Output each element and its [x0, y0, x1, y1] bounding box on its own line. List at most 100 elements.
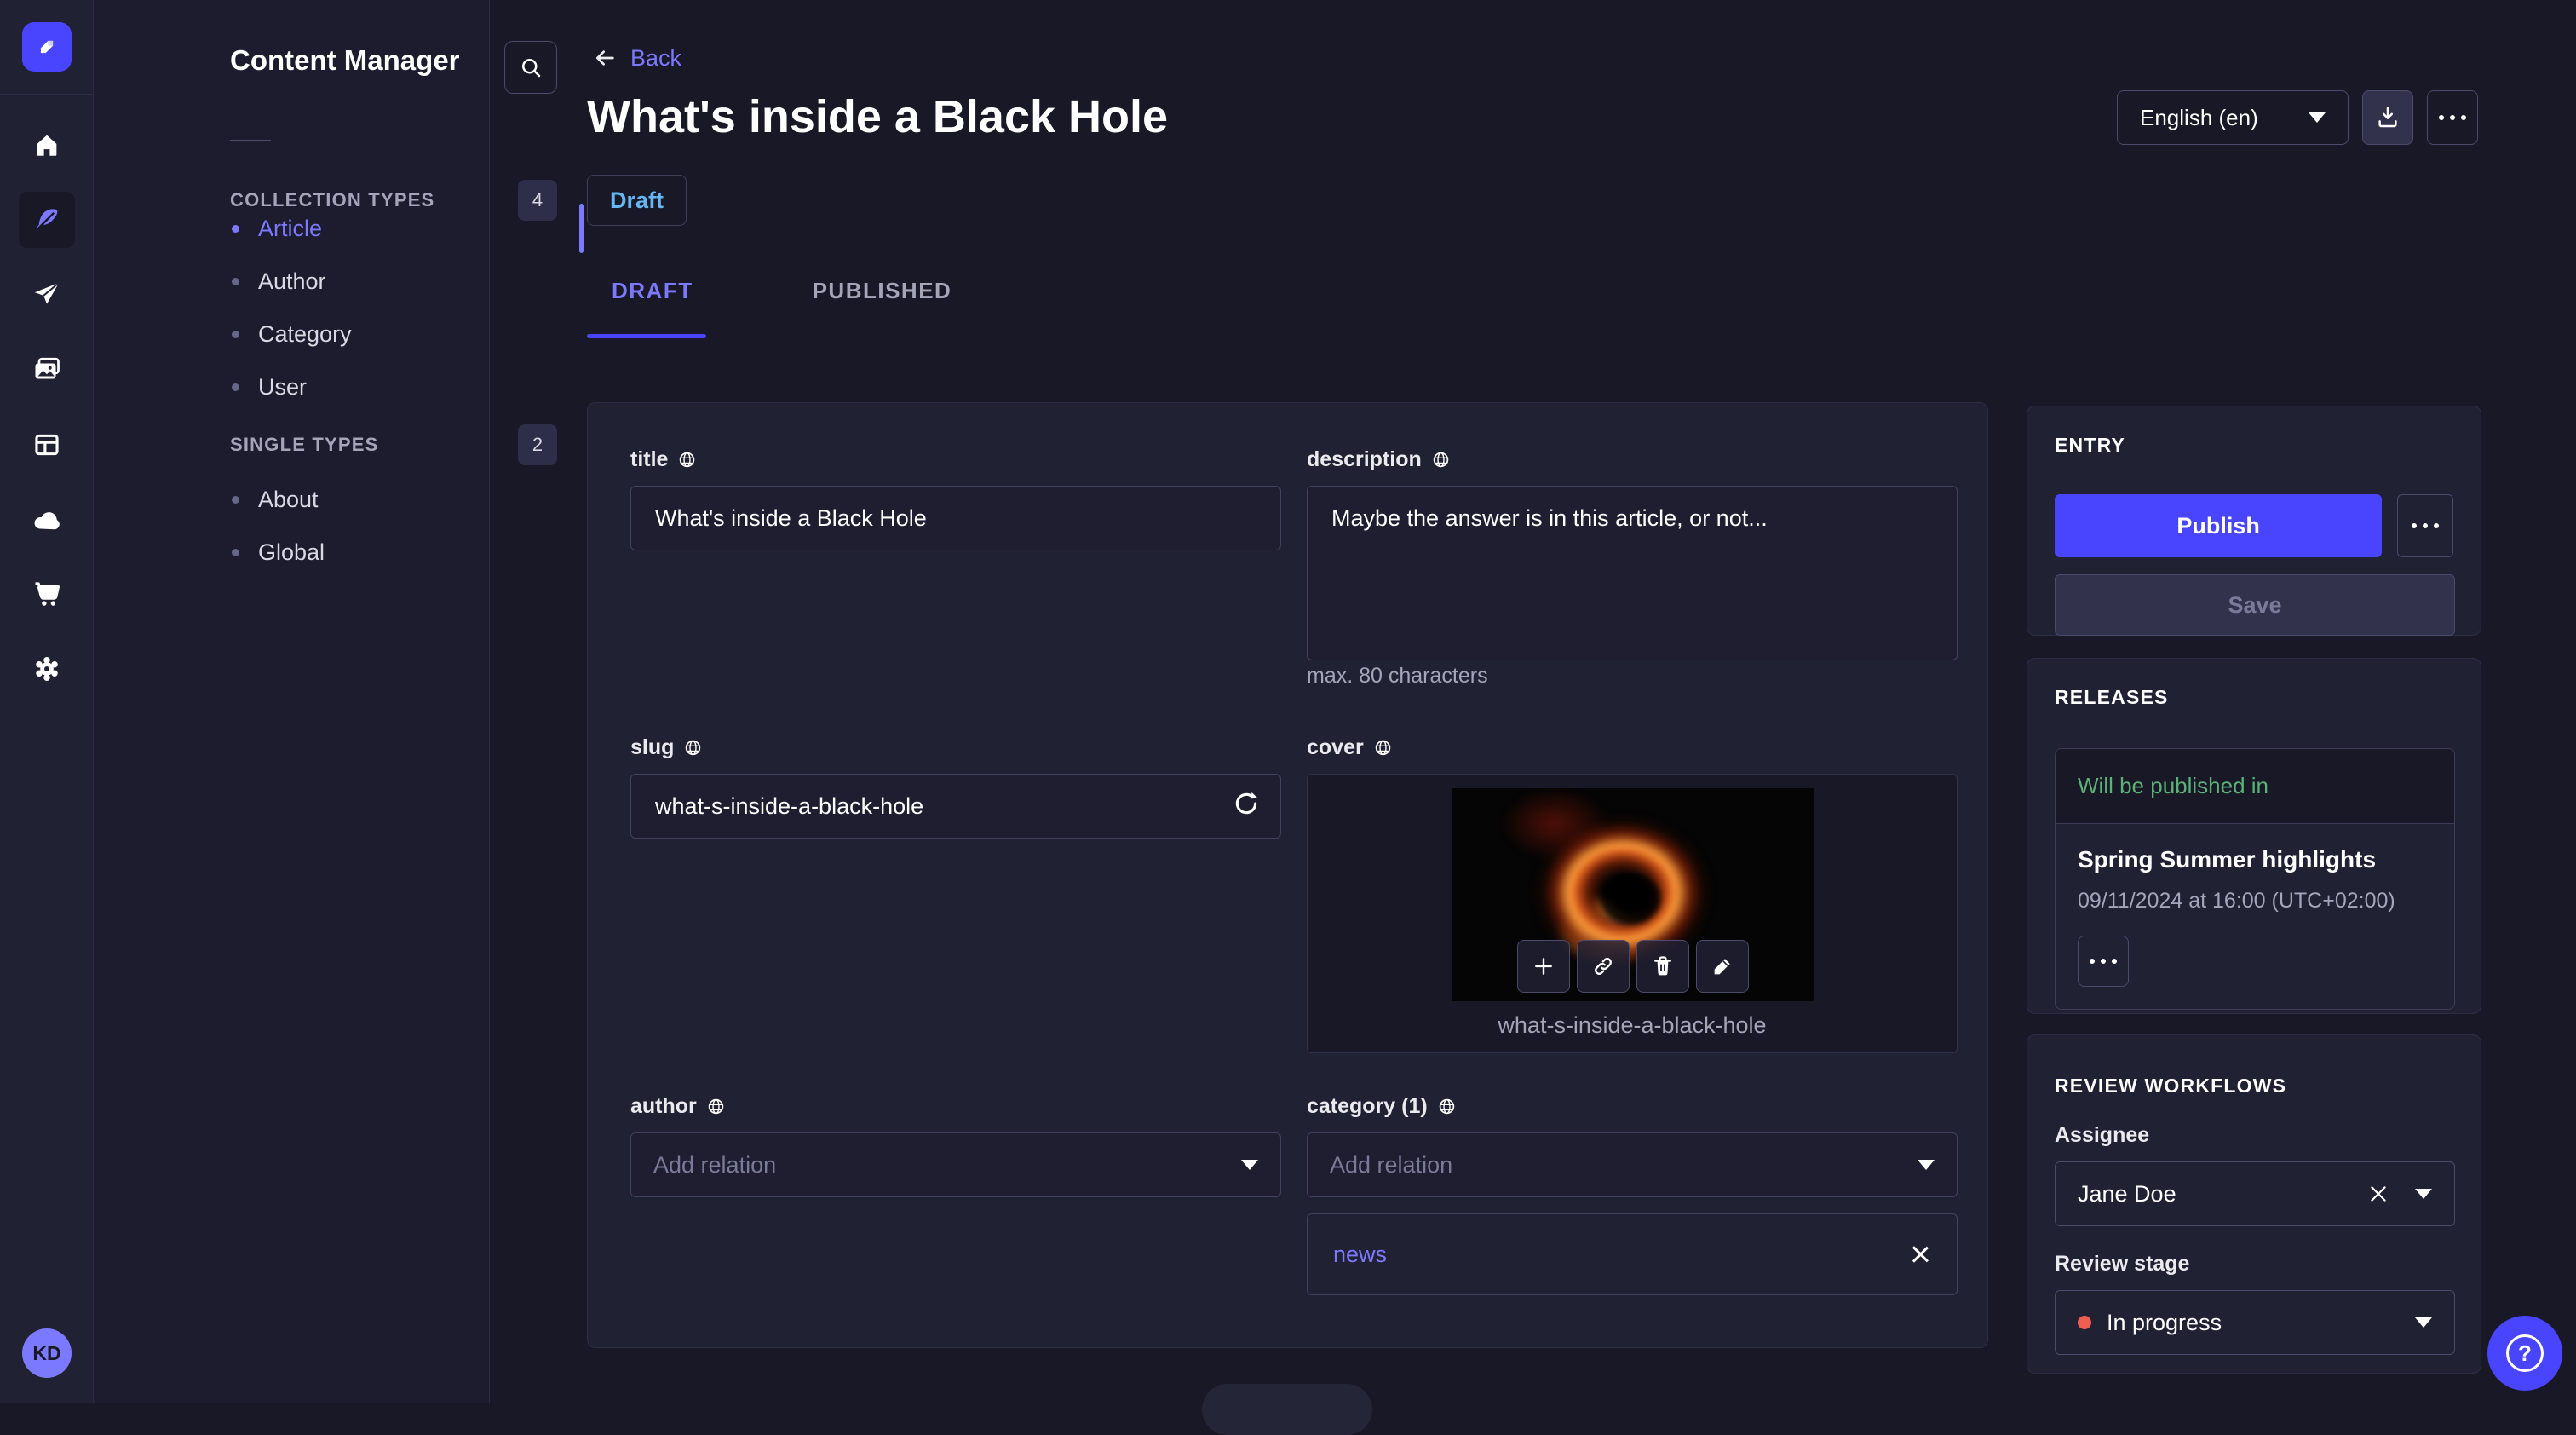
nav-content-manager[interactable]	[0, 190, 94, 250]
bullet-icon	[232, 383, 239, 391]
cover-image-black-hole	[1452, 788, 1814, 1001]
tab-published[interactable]: PUBLISHED	[813, 278, 952, 304]
bullet-icon	[232, 495, 239, 504]
nav-media-library[interactable]	[0, 340, 94, 400]
edit-media-button[interactable]	[1696, 940, 1749, 993]
chevron-down-icon	[2415, 1317, 2432, 1328]
field-cover: cover what-s-inside-a-black-hole	[1307, 735, 1958, 1053]
section-label: SINGLE TYPES	[230, 434, 379, 455]
sidebar-item-user[interactable]: User	[213, 360, 557, 413]
version-tabs: DRAFT PUBLISHED	[612, 278, 952, 304]
nav-settings[interactable]	[0, 639, 94, 699]
publish-button[interactable]: Publish	[2055, 494, 2383, 557]
globe-icon	[708, 1098, 724, 1115]
strapi-logo[interactable]	[22, 22, 72, 72]
feather-icon	[36, 209, 58, 231]
save-button[interactable]: Save	[2055, 574, 2455, 636]
review-stage-label: Review stage	[2055, 1252, 2190, 1276]
cover-media-box: what-s-inside-a-black-hole	[1307, 774, 1958, 1053]
globe-icon	[680, 452, 695, 468]
title-input[interactable]	[630, 486, 1281, 550]
bullet-icon	[232, 224, 239, 233]
bullet-icon	[232, 330, 239, 338]
cart-icon	[35, 582, 60, 606]
add-media-button[interactable]	[1517, 940, 1570, 993]
assignee-combobox[interactable]: Jane Doe	[2055, 1161, 2455, 1226]
globe-icon	[1439, 1098, 1454, 1115]
cover-filename: what-s-inside-a-black-hole	[1498, 1012, 1767, 1038]
sidebar-item-category[interactable]: Category	[213, 308, 557, 360]
back-link[interactable]: Back	[591, 44, 681, 72]
single-types-header: SINGLE TYPES 2	[230, 424, 557, 466]
locale-select[interactable]: English (en)	[2117, 90, 2349, 145]
category-relation-item: news	[1307, 1213, 1958, 1295]
help-button[interactable]: ?	[2487, 1316, 2562, 1391]
nav-home[interactable]	[0, 115, 94, 175]
rail-divider	[0, 94, 94, 95]
bullet-icon	[232, 277, 239, 285]
release-date: 09/11/2024 at 16:00 (UTC+02:00)	[2078, 889, 2395, 913]
field-description: description Maybe the answer is in this …	[1307, 447, 1958, 665]
review-workflows-panel: REVIEW WORKFLOWS Assignee Jane Doe Revie…	[2027, 1034, 2481, 1374]
status-badge: Draft	[587, 175, 687, 226]
globe-icon	[686, 740, 701, 756]
black-hole-shadow	[1599, 872, 1662, 926]
sidebar-item-author[interactable]: Author	[213, 255, 557, 308]
release-body: Spring Summer highlights 09/11/2024 at 1…	[2056, 824, 2454, 1009]
entry-heading: ENTRY	[2055, 434, 2126, 456]
ellipsis-icon	[2090, 959, 2117, 964]
globe-icon	[1375, 740, 1390, 756]
delete-media-button[interactable]	[1636, 940, 1689, 993]
slug-input[interactable]	[630, 774, 1281, 839]
clear-icon[interactable]	[2367, 1183, 2389, 1205]
stage-status-dot	[2078, 1316, 2091, 1329]
sidebar-item-about[interactable]: About	[213, 473, 557, 526]
field-label-description: description	[1307, 447, 1958, 472]
field-label-author: author	[630, 1094, 1281, 1119]
field-label-title: title	[630, 447, 1281, 472]
nav-deploy[interactable]	[0, 490, 94, 550]
nav-content-type-builder[interactable]	[0, 415, 94, 475]
header-more-button[interactable]	[2427, 90, 2478, 145]
sidebar-item-article[interactable]: Article	[213, 202, 557, 255]
category-relation-combobox[interactable]: Add relation	[1307, 1132, 1958, 1197]
media-gallery-icon	[35, 357, 60, 379]
single-types-count: 2	[518, 424, 557, 465]
home-icon	[37, 135, 57, 156]
releases-panel: RELEASES Will be published in Spring Sum…	[2027, 658, 2481, 1014]
active-tab-underline	[587, 334, 706, 338]
ellipsis-icon	[2439, 115, 2466, 120]
field-author: author Add relation	[630, 1094, 1281, 1197]
copy-link-button[interactable]	[1577, 940, 1630, 993]
releases-heading: RELEASES	[2055, 686, 2169, 708]
paper-plane-icon	[34, 282, 60, 304]
cloud-icon	[34, 512, 60, 530]
bullet-icon	[232, 548, 239, 556]
release-card: Will be published in Spring Summer highl…	[2055, 748, 2455, 1010]
regenerate-slug-button[interactable]	[1232, 789, 1261, 822]
remove-relation-button[interactable]	[1909, 1243, 1931, 1265]
content-manager-subnav: Content Manager COLLECTION TYPES 4 Artic…	[94, 0, 584, 1403]
entry-more-button[interactable]	[2397, 494, 2453, 557]
pencil-icon	[1714, 959, 1730, 975]
export-button[interactable]	[2362, 90, 2413, 145]
sidebar-item-global[interactable]: Global	[213, 526, 557, 579]
release-more-button[interactable]	[2078, 936, 2129, 987]
search-button[interactable]	[504, 41, 557, 94]
assignee-label: Assignee	[2055, 1123, 2150, 1147]
nav-marketplace[interactable]	[0, 564, 94, 624]
user-avatar[interactable]: KD	[22, 1328, 72, 1378]
relation-news-link[interactable]: news	[1333, 1242, 1387, 1268]
cover-actions	[1517, 940, 1749, 993]
review-stage-combobox[interactable]: In progress	[2055, 1290, 2455, 1355]
header-actions: English (en)	[2117, 90, 2478, 145]
tab-draft[interactable]: DRAFT	[612, 278, 693, 304]
chevron-down-icon	[1918, 1160, 1935, 1170]
trash-icon	[1654, 956, 1671, 976]
description-textarea[interactable]: Maybe the answer is in this article, or …	[1307, 486, 1958, 660]
nav-releases[interactable]	[0, 265, 94, 325]
author-relation-combobox[interactable]: Add relation	[630, 1132, 1281, 1197]
edit-form-card: title description Maybe the answer is in…	[587, 402, 1988, 1348]
active-item-indicator	[579, 204, 584, 253]
chevron-down-icon	[2309, 112, 2326, 123]
